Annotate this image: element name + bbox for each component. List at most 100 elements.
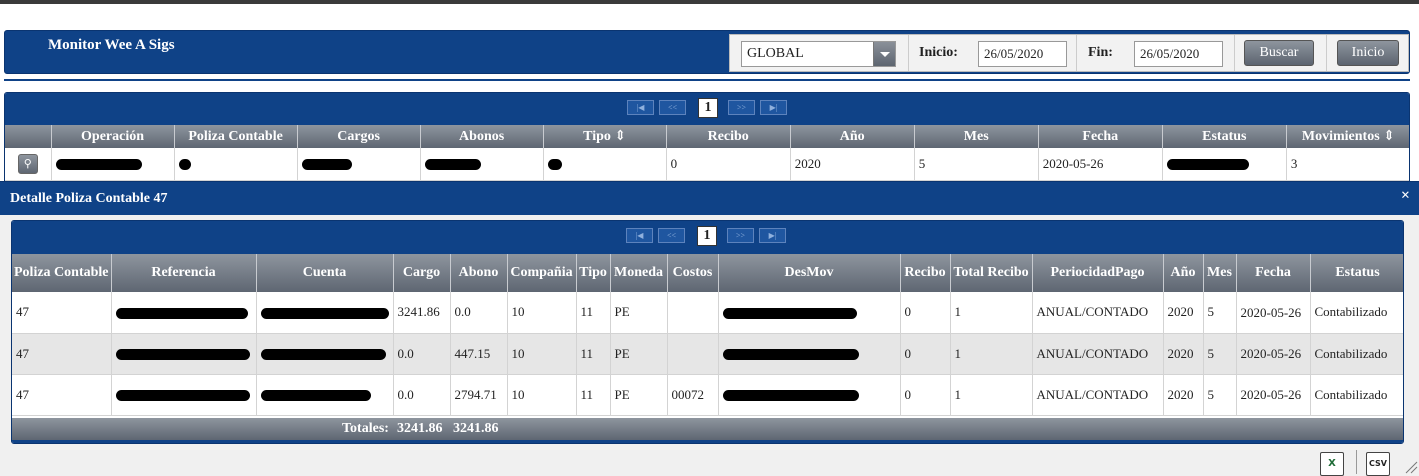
app-title: Monitor Wee A Sigs <box>48 37 175 53</box>
col-header-cargos[interactable]: Cargos <box>297 125 421 148</box>
cell-estatus: Contabilizado <box>1310 374 1403 416</box>
col-header-compania[interactable]: Compañia <box>507 254 577 292</box>
col-header-tipo[interactable]: Tipo ⇕ <box>543 125 667 148</box>
csv-export-icon[interactable]: CSV <box>1366 452 1390 476</box>
col-header-anio[interactable]: Año <box>790 125 915 148</box>
col-header-estatus[interactable]: Estatus <box>1162 125 1287 148</box>
col-header-movimientos[interactable]: Movimientos ⇕ <box>1286 125 1409 148</box>
total-cargo: 3241.86 <box>397 421 443 436</box>
col-header-estatus[interactable]: Estatus <box>1310 254 1403 292</box>
start-date-input[interactable]: 26/05/2020 <box>978 41 1067 67</box>
chevron-down-icon[interactable] <box>873 42 895 66</box>
redacted-value <box>115 307 248 319</box>
table-row[interactable]: 47 0.0 447.15 10 11 PE 0 1 ANUAL/CONTADO… <box>12 333 1403 375</box>
cell-anio: 2020 <box>1163 292 1204 334</box>
total-abono: 3241.86 <box>453 421 499 436</box>
cell-moneda: PE <box>610 292 668 334</box>
col-header-poliza[interactable]: Poliza Contable <box>174 125 298 148</box>
cell-cargo: 0.0 <box>393 333 451 375</box>
cell-recibo: 0 <box>900 333 951 375</box>
divider <box>1326 35 1327 71</box>
prev-page-icon[interactable]: << <box>659 100 686 115</box>
col-header-desmov[interactable]: DesMov <box>718 254 901 292</box>
col-header-fecha[interactable]: Fecha <box>1236 254 1311 292</box>
last-page-icon[interactable]: ▶| <box>760 100 787 115</box>
col-header-periodicidad[interactable]: PeriocidadPago <box>1032 254 1164 292</box>
col-header-moneda[interactable]: Moneda <box>610 254 668 292</box>
col-header-action <box>5 125 52 148</box>
col-header-costos[interactable]: Costos <box>667 254 719 292</box>
cell-total-recibo: 1 <box>950 292 1033 334</box>
col-header-abonos[interactable]: Abonos <box>420 125 544 148</box>
divider <box>1234 35 1235 71</box>
col-header-cargo[interactable]: Cargo <box>393 254 451 292</box>
cell-moneda: PE <box>610 374 668 416</box>
cell-anio: 2020 <box>1163 374 1204 416</box>
cell-fecha: 2020-05-26 <box>1038 148 1163 181</box>
col-header-tipo[interactable]: Tipo <box>576 254 611 292</box>
cell-total-recibo: 1 <box>950 374 1033 416</box>
cell-poliza: 47 <box>12 333 112 375</box>
inicio-label: Inicio: <box>919 45 958 60</box>
cell-abono: 0.0 <box>450 292 508 334</box>
cell-periodicidad: ANUAL/CONTADO <box>1032 333 1164 375</box>
cell-fecha: 2020-05-26 <box>1236 292 1311 334</box>
next-page-icon[interactable]: >> <box>727 228 754 243</box>
col-header-recibo[interactable]: Recibo <box>666 125 791 148</box>
col-header-mes[interactable]: Mes <box>914 125 1039 148</box>
current-page[interactable]: 1 <box>698 98 718 118</box>
next-page-icon[interactable]: >> <box>728 100 755 115</box>
operations-table: Operación Poliza Contable Cargos Abonos … <box>5 125 1409 181</box>
redacted-value <box>115 390 250 402</box>
first-page-icon[interactable]: |◀ <box>627 100 654 115</box>
table-row[interactable]: 47 3241.86 0.0 10 11 PE 0 1 ANUAL/CONTAD… <box>12 292 1403 334</box>
inicio-button[interactable]: Inicio <box>1337 40 1399 66</box>
last-page-icon[interactable]: ▶| <box>759 228 786 243</box>
redacted-value <box>115 349 250 361</box>
cell-cargo: 3241.86 <box>393 292 451 334</box>
table-row[interactable]: ⚲ 0 2020 5 2020-05-26 3 <box>5 148 1409 181</box>
close-icon[interactable]: × <box>1401 187 1410 205</box>
col-header-anio[interactable]: Año <box>1163 254 1204 292</box>
col-header-poliza-contable[interactable]: Poliza Contable <box>12 254 112 292</box>
cell-costos <box>667 333 719 375</box>
col-header-total-recibo[interactable]: Total Recibo <box>950 254 1033 292</box>
resize-handle-icon[interactable] <box>1404 460 1418 474</box>
first-page-icon[interactable]: |◀ <box>626 228 653 243</box>
col-header-abono[interactable]: Abono <box>450 254 508 292</box>
search-icon[interactable]: ⚲ <box>17 153 38 174</box>
prev-page-icon[interactable]: << <box>658 228 685 243</box>
scope-select[interactable]: GLOBAL <box>741 41 896 67</box>
cell-compania: 10 <box>507 374 577 416</box>
redacted-value <box>260 390 371 402</box>
col-header-referencia[interactable]: Referencia <box>111 254 257 292</box>
cell-periodicidad: ANUAL/CONTADO <box>1032 374 1164 416</box>
redacted-value <box>722 307 857 319</box>
cell-costos <box>667 292 719 334</box>
cell-mes: 5 <box>1203 374 1237 416</box>
current-page[interactable]: 1 <box>697 226 717 246</box>
window-top-strip <box>0 0 1419 4</box>
redacted-value <box>260 307 389 319</box>
detail-panel: Detalle Poliza Contable 47 × |◀ << 1 >> … <box>0 181 1419 476</box>
cell-costos: 00072 <box>667 374 719 416</box>
col-header-operacion[interactable]: Operación <box>51 125 175 148</box>
col-header-fecha[interactable]: Fecha <box>1038 125 1163 148</box>
col-header-recibo[interactable]: Recibo <box>900 254 951 292</box>
detail-title: Detalle Poliza Contable 47 <box>10 191 168 206</box>
operations-grid: |◀ << 1 >> ▶| Operación Poliza Contable … <box>4 92 1410 184</box>
buscar-button[interactable]: Buscar <box>1244 40 1314 66</box>
col-header-mes[interactable]: Mes <box>1203 254 1237 292</box>
cell-fecha: 2020-05-26 <box>1236 333 1311 375</box>
col-header-cuenta[interactable]: Cuenta <box>256 254 394 292</box>
end-date-input[interactable]: 26/05/2020 <box>1134 41 1223 67</box>
table-row[interactable]: 47 0.0 2794.71 10 11 PE 00072 0 1 ANUAL/… <box>12 374 1403 416</box>
filter-bar: GLOBAL Inicio: 26/05/2020 Fin: 26/05/202… <box>729 34 1409 72</box>
cell-periodicidad: ANUAL/CONTADO <box>1032 292 1164 334</box>
cell-mes: 5 <box>1203 333 1237 375</box>
cell-movimientos: 3 <box>1286 148 1409 181</box>
cell-recibo: 0 <box>900 374 951 416</box>
cell-poliza: 47 <box>12 374 112 416</box>
divider <box>908 35 909 71</box>
excel-export-icon[interactable]: X <box>1320 452 1344 476</box>
